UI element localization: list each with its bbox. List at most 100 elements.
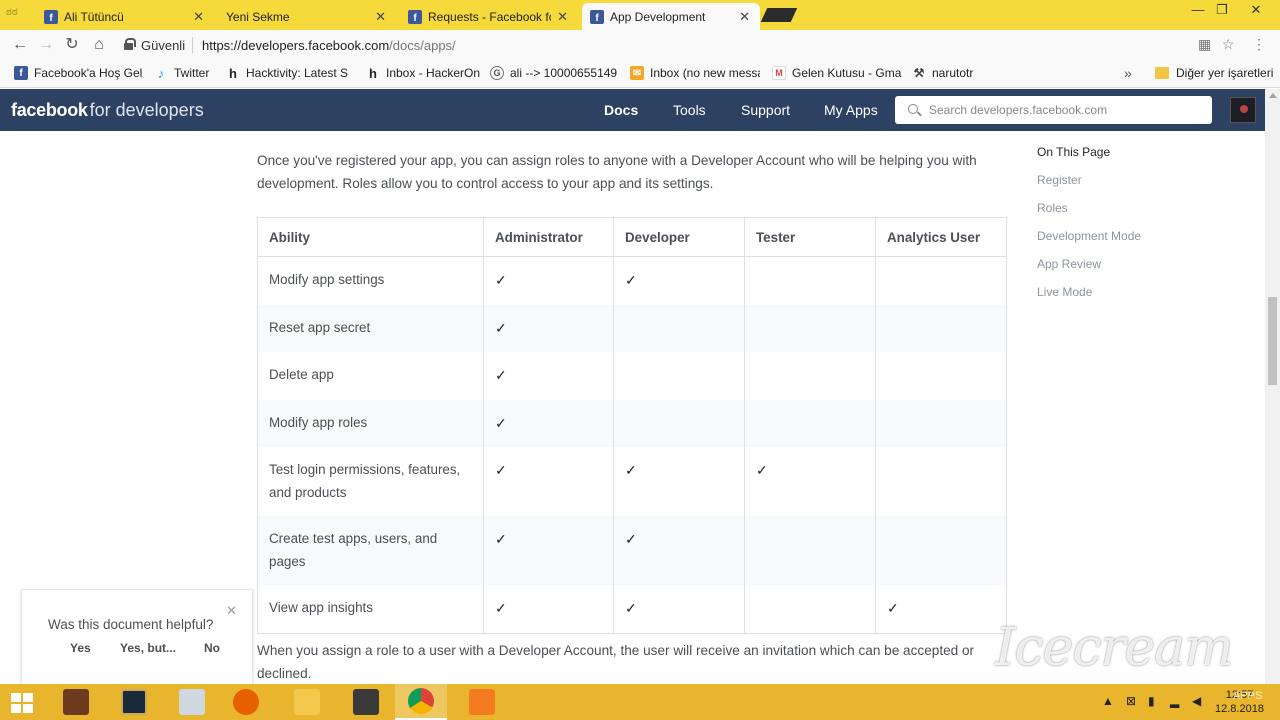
taskbar-app-file-explorer[interactable] [281, 684, 333, 720]
tab-requests[interactable]: f Requests - Facebook for ✕ [400, 3, 578, 30]
bookmark-star-icon[interactable]: ☆ [1222, 36, 1235, 53]
bookmark-facebook[interactable]: f Facebook'a Hoş Geld [14, 66, 142, 80]
toc-item-roles[interactable]: Roles [1037, 201, 1141, 229]
col-tester: Tester [744, 217, 876, 257]
toc-title: On This Page [1037, 145, 1111, 159]
taskbar-app-explorer-window[interactable] [166, 684, 218, 720]
check-icon: ✓ [495, 462, 507, 478]
cell-ability: Reset app secret [257, 304, 484, 352]
outro-paragraph: When you assign a role to a user with a … [257, 643, 975, 681]
bookmark-gmail[interactable]: M Gelen Kutusu - Gmail [772, 66, 902, 80]
close-window-icon[interactable]: ✕ [1244, 2, 1268, 18]
cell-permission: ✓ [483, 304, 614, 352]
bookmark-google[interactable]: G ali --> 10000655149 [490, 66, 618, 80]
check-icon: ✓ [495, 319, 507, 336]
tab-yeni-sekme[interactable]: Yeni Sekme ✕ [216, 3, 396, 30]
bookmark-label: ali --> 10000655149 [510, 66, 618, 80]
cell-permission [744, 399, 876, 447]
feedback-yes-button[interactable]: Yes [70, 641, 91, 655]
cell-permission: ✓ [613, 516, 745, 585]
taskbar-app-game[interactable] [50, 684, 102, 720]
cell-permission [744, 516, 876, 585]
cell-permission [613, 304, 745, 352]
lock-icon [124, 38, 136, 50]
secure-label[interactable]: Güvenli [141, 38, 185, 53]
cell-permission [613, 399, 745, 447]
toc-item-live-mode[interactable]: Live Mode [1037, 285, 1141, 313]
bookmark-hackerone-inbox[interactable]: h Inbox - HackerOne [366, 66, 480, 80]
chrome-menu-icon[interactable]: ⋮ [1252, 36, 1266, 53]
toc-item-development-mode[interactable]: Development Mode [1037, 229, 1141, 257]
scroll-thumb[interactable] [1268, 297, 1277, 385]
reload-icon[interactable]: ↻ [62, 35, 82, 55]
check-icon: ✓ [495, 600, 507, 616]
close-icon[interactable]: ✕ [375, 9, 386, 25]
taskbar-app-firefox[interactable] [220, 684, 272, 720]
maximize-icon[interactable]: ❐ [1210, 2, 1234, 18]
taskbar-app-recorder[interactable] [456, 684, 508, 720]
tab-app-development[interactable]: f App Development ✕ [582, 3, 760, 30]
feedback-no-button[interactable]: No [204, 641, 220, 655]
tab-label: Requests - Facebook for [428, 9, 552, 24]
close-icon[interactable]: ✕ [739, 9, 750, 25]
close-icon[interactable]: ✕ [193, 9, 204, 25]
cell-permission: ✓ [613, 585, 745, 633]
url-separator [192, 37, 193, 53]
nav-tools[interactable]: Tools [673, 102, 706, 118]
windows-start-icon[interactable] [11, 693, 33, 713]
window-menu-icon[interactable]: ಠಠ [6, 6, 26, 20]
tray-network-icon[interactable]: ⊠ [1126, 694, 1136, 708]
gmail-icon: M [772, 66, 786, 80]
check-icon: ✓ [625, 272, 637, 288]
minimize-icon[interactable]: — [1186, 2, 1210, 17]
on-this-page-nav: On This Page Register Roles Development … [1037, 145, 1141, 313]
tray-arrow-icon[interactable]: ▲ [1102, 694, 1114, 708]
facebook-icon: f [408, 9, 422, 24]
toc-item-app-review[interactable]: App Review [1037, 257, 1141, 285]
back-icon[interactable]: ← [10, 35, 30, 55]
site-logo[interactable]: facebook for developers [11, 100, 204, 121]
table-header-row: Ability Administrator Developer Tester A… [257, 217, 1007, 257]
sublime-icon [353, 689, 379, 715]
bookmark-hacktivity[interactable]: h Hacktivity: Latest Sec [226, 66, 348, 80]
taskbar-app-chrome[interactable] [395, 684, 447, 720]
taskbar-app-league[interactable] [108, 684, 160, 720]
bookmark-label: Facebook'a Hoş Geld [34, 66, 142, 80]
page-scrollbar[interactable] [1265, 89, 1280, 684]
bookmarks-overflow-icon[interactable]: » [1124, 65, 1132, 81]
cell-permission: ✓ [744, 447, 876, 516]
cell-ability: Test login permissions, features, and pr… [257, 447, 484, 516]
feedback-yes-but-button[interactable]: Yes, but... [120, 641, 176, 655]
nav-support[interactable]: Support [741, 102, 790, 118]
other-bookmarks[interactable]: Diğer yer işaretleri [1176, 66, 1273, 80]
tab-ali-tutuncu[interactable]: f Ali Tütüncü ✕ [36, 3, 214, 30]
tray-signal-icon[interactable]: ▂ [1170, 694, 1179, 708]
scroll-up-icon[interactable] [1269, 93, 1277, 98]
translate-icon[interactable]: ▦ [1198, 36, 1211, 53]
toc-item-register[interactable]: Register [1037, 173, 1141, 201]
cell-permission [744, 256, 876, 305]
hackerone-icon: h [229, 66, 237, 80]
address-bar[interactable]: https://developers.facebook.com/docs/app… [202, 38, 456, 53]
avatar[interactable] [1230, 97, 1256, 123]
search-icon [908, 104, 918, 114]
bookmark-yahoo-inbox[interactable]: ✉ Inbox (no new messa [630, 66, 760, 80]
home-icon[interactable]: ⌂ [89, 35, 109, 55]
close-icon[interactable]: ✕ [557, 9, 568, 25]
bookmark-narutotr[interactable]: ⚒ narutotr [912, 66, 982, 80]
roles-table: Ability Administrator Developer Tester A… [257, 217, 1007, 634]
search-input[interactable] [929, 102, 1199, 118]
logo-for-developers: for developers [89, 100, 204, 120]
tray-battery-icon[interactable]: ▮ [1148, 694, 1155, 708]
search-box[interactable] [895, 96, 1212, 124]
taskbar-app-sublime[interactable] [340, 684, 392, 720]
cell-permission [613, 352, 745, 400]
nav-docs[interactable]: Docs [604, 102, 638, 118]
bookmark-twitter[interactable]: ♪ Twitter [154, 66, 216, 80]
nav-my-apps[interactable]: My Apps [824, 102, 878, 118]
forward-icon[interactable]: → [36, 35, 56, 55]
close-icon[interactable]: ✕ [226, 603, 237, 619]
new-tab-button[interactable] [760, 8, 798, 22]
bookmark-label: Inbox (no new messa [650, 66, 760, 80]
tray-volume-icon[interactable]: ◀ [1192, 694, 1201, 708]
